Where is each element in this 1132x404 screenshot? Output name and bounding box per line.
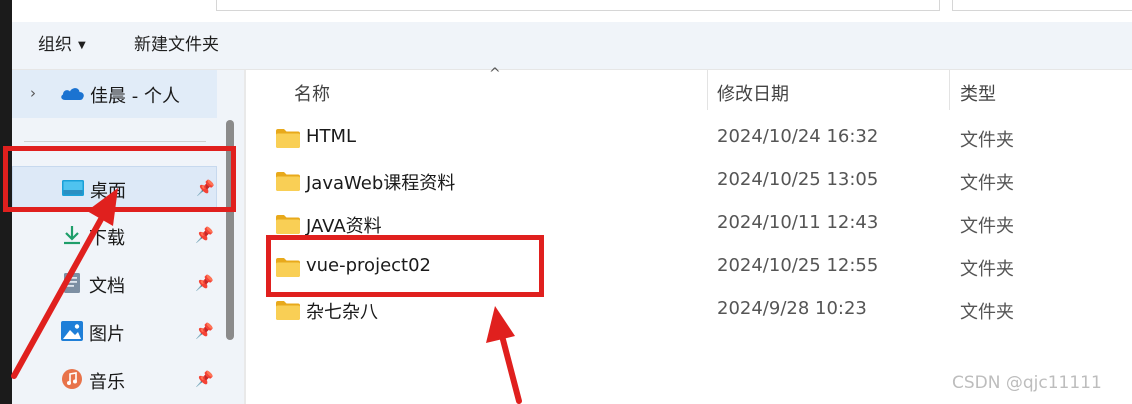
annotation-arrows bbox=[11, 188, 522, 404]
watermark: CSDN @qjc11111 bbox=[952, 373, 1102, 393]
arrow-to-vue-project-icon bbox=[486, 306, 522, 404]
arrow-to-desktop-icon bbox=[11, 188, 118, 379]
